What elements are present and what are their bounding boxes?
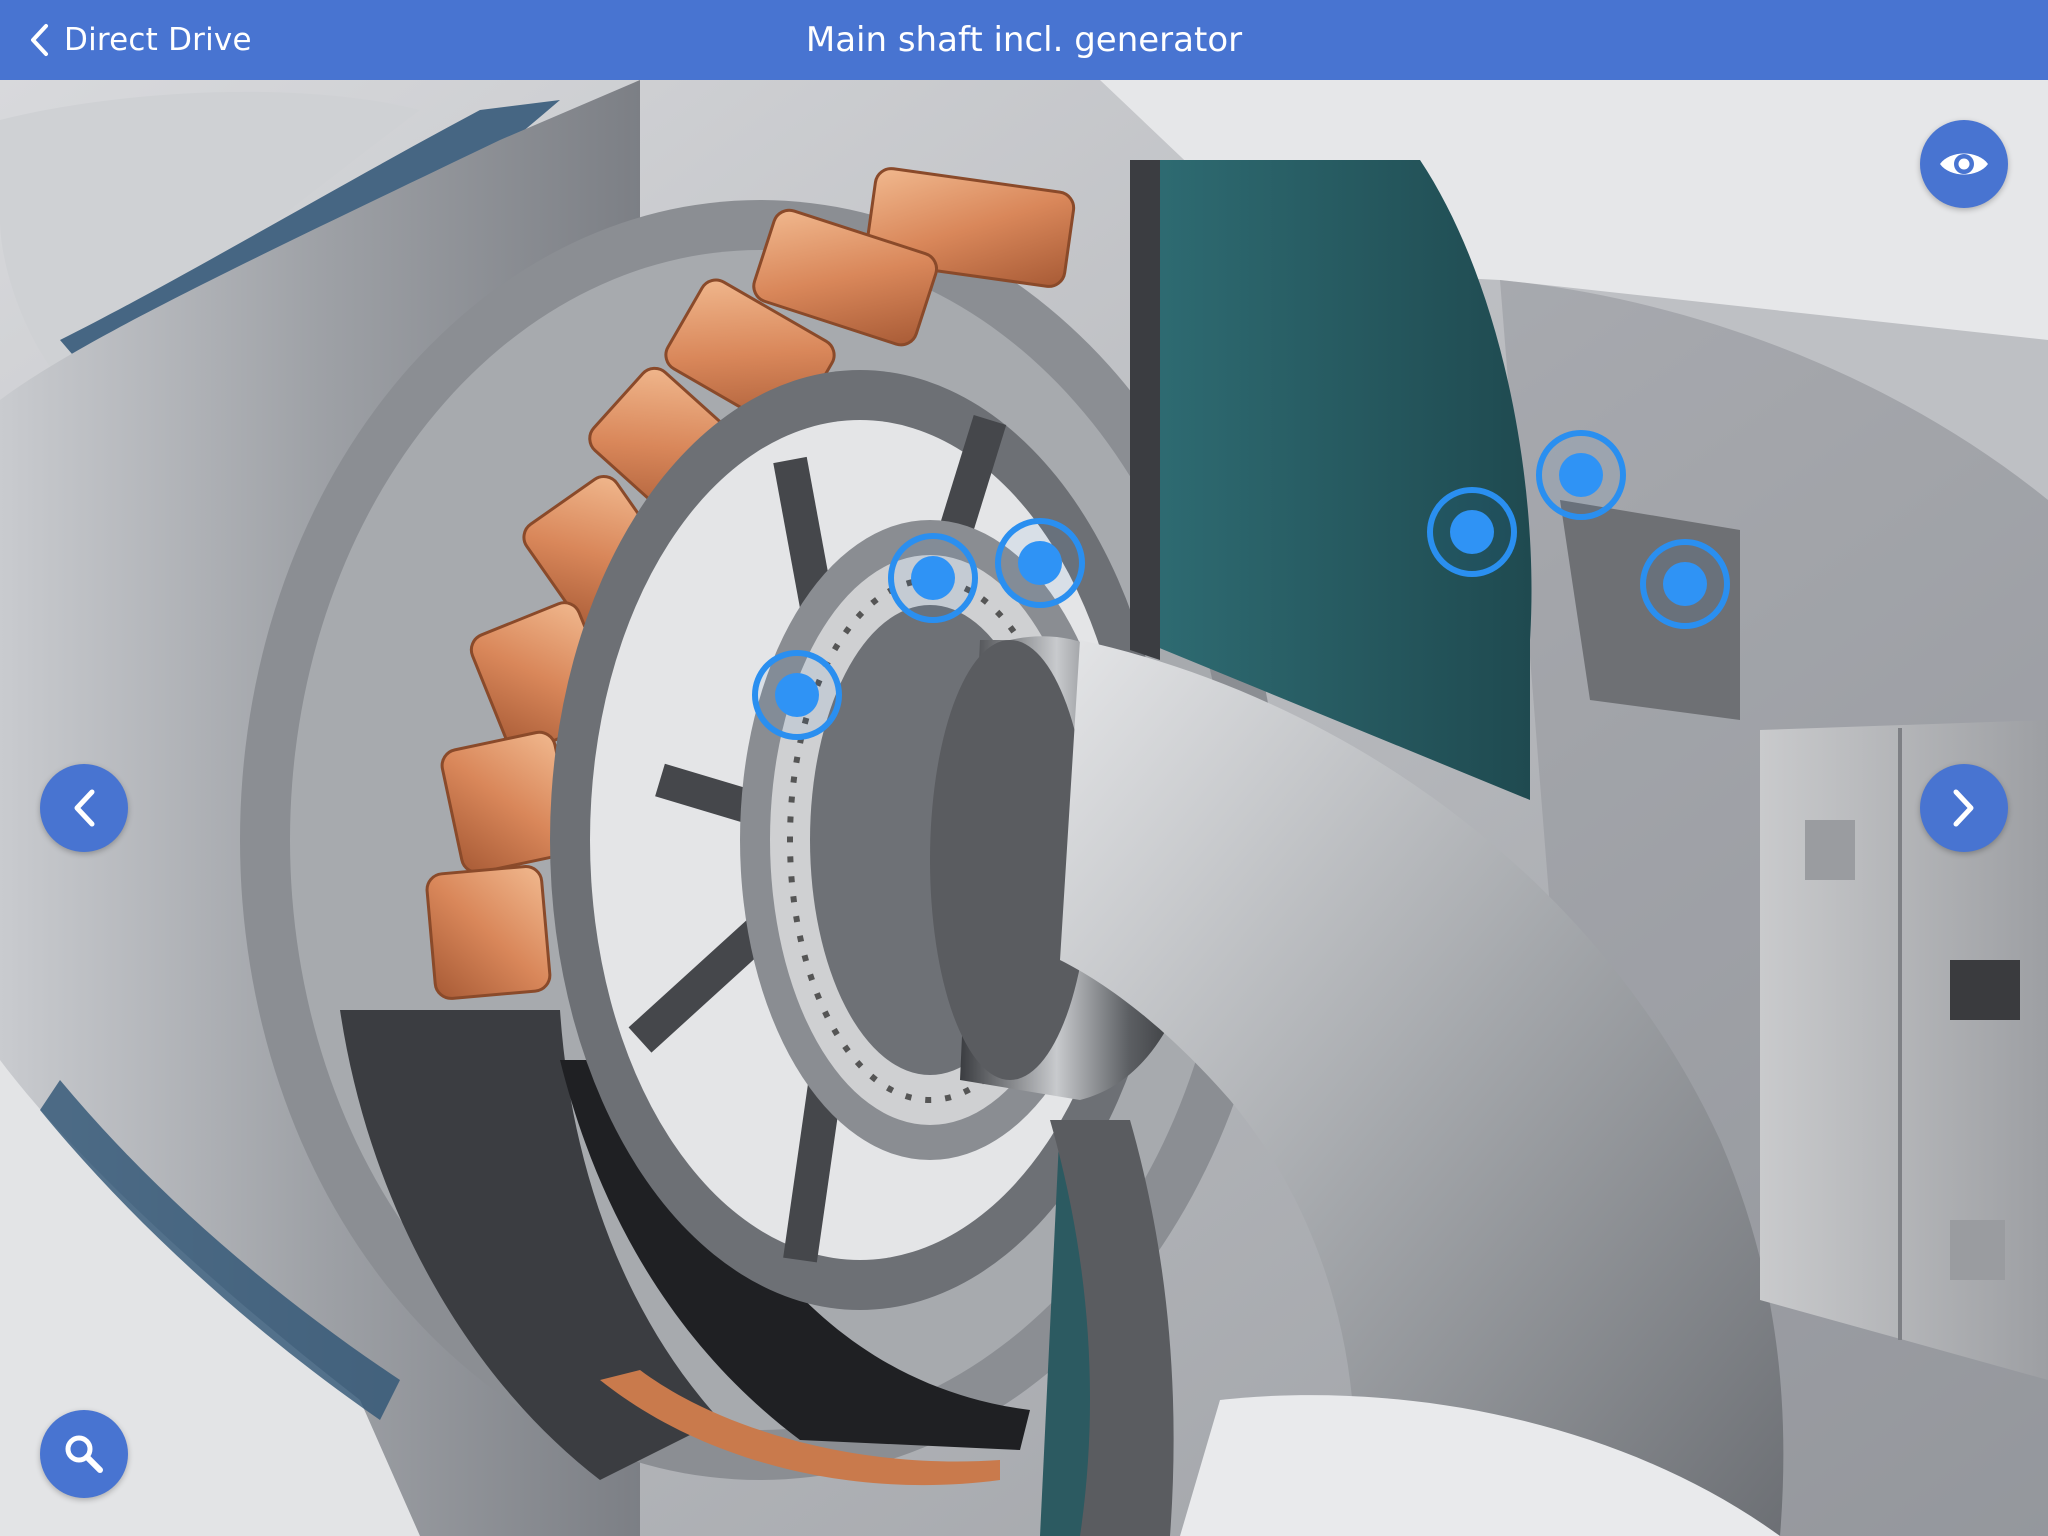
3d-viewport[interactable] xyxy=(0,80,2048,1536)
hotspot-sensor-box[interactable] xyxy=(1536,430,1626,520)
hotspot-dot xyxy=(1559,453,1603,497)
search-icon xyxy=(65,1435,103,1473)
hotspot-dot xyxy=(1450,510,1494,554)
generator-model-illustration xyxy=(0,80,2048,1536)
previous-button[interactable] xyxy=(40,764,128,852)
chevron-left-icon xyxy=(31,24,48,56)
eye-icon xyxy=(1940,153,1988,175)
hotspot-main-bearing-lower[interactable] xyxy=(752,650,842,740)
top-bar: Direct Drive Main shaft incl. generator xyxy=(0,0,2048,80)
chevron-right-icon xyxy=(1953,789,1974,827)
chevron-left-icon xyxy=(74,789,95,827)
page-title: Main shaft incl. generator xyxy=(805,20,1243,60)
hotspot-main-bearing-upper[interactable] xyxy=(995,518,1085,608)
hotspot-stator[interactable] xyxy=(1427,487,1517,577)
hotspot-rotor-flange[interactable] xyxy=(888,533,978,623)
back-label: Direct Drive xyxy=(64,22,252,58)
hotspot-dot xyxy=(1663,562,1707,606)
view-toggle-button[interactable] xyxy=(1920,120,2008,208)
next-button[interactable] xyxy=(1920,764,2008,852)
hotspot-dot xyxy=(775,673,819,717)
hotspot-cabling[interactable] xyxy=(1640,539,1730,629)
search-button[interactable] xyxy=(40,1410,128,1498)
back-button[interactable]: Direct Drive xyxy=(28,0,252,80)
hotspot-dot xyxy=(1018,541,1062,585)
hotspot-dot xyxy=(911,556,955,600)
